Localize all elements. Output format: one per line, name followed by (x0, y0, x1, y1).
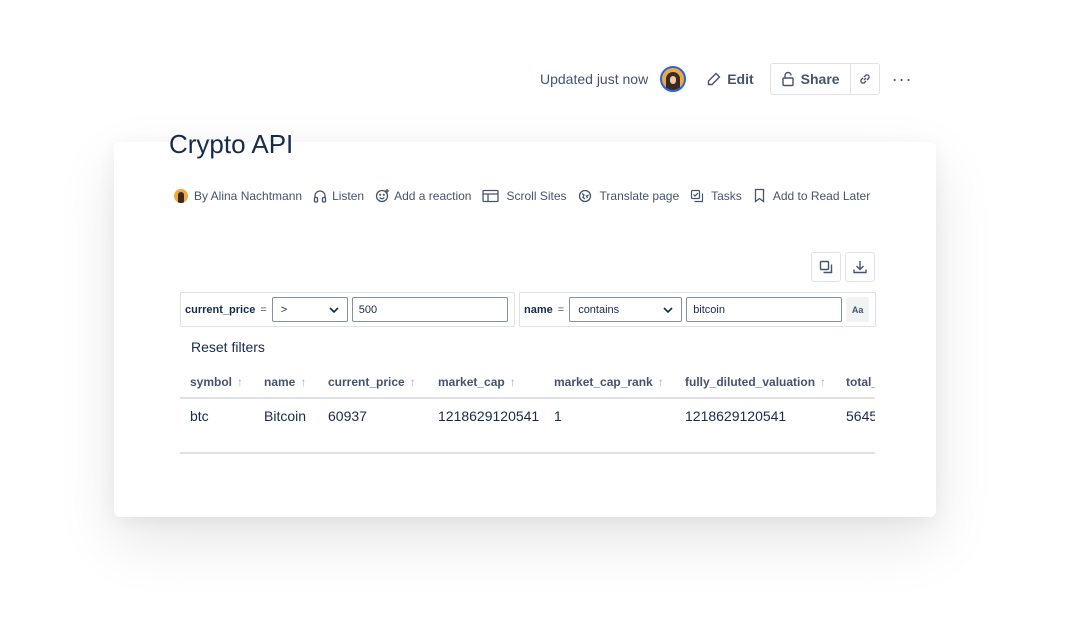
tasks-button[interactable]: Tasks (690, 189, 742, 203)
filter-current-price: current_price = > 500 (180, 292, 515, 327)
filter-name: name = contains bitcoin Aa (519, 292, 876, 327)
sort-arrow-icon: ↑ (657, 375, 664, 389)
translate-label: Translate page (599, 188, 680, 203)
name-value: bitcoin (693, 303, 725, 316)
byline-bar: By Alina Nachtmann Listen Add a reaction… (174, 188, 881, 203)
table-cell: Bitcoin (264, 408, 307, 424)
operator-select[interactable]: > (271, 297, 348, 322)
sort-arrow-icon: ↑ (300, 375, 307, 389)
page-title: Crypto API (169, 129, 294, 159)
table-cell: 5645 (846, 408, 875, 424)
operator-value: contains (578, 303, 620, 316)
price-value-input[interactable]: 500 (351, 297, 508, 322)
tasks-icon (691, 189, 704, 202)
emoji-add-icon (375, 189, 390, 203)
reaction-label: Add a reaction (394, 188, 472, 203)
tasks-label: Tasks (711, 188, 742, 203)
copy-link-button[interactable] (851, 64, 879, 94)
author-name: By Alina Nachtmann (194, 188, 303, 203)
share-button[interactable]: Share (771, 64, 851, 94)
updated-status: Updated just now (540, 71, 649, 87)
share-group: Share (769, 63, 880, 95)
byline-author[interactable]: By Alina Nachtmann (174, 188, 303, 203)
unlock-icon (781, 71, 794, 87)
column-header[interactable]: current_price ↑ (328, 375, 416, 389)
author-avatar (174, 188, 188, 203)
data-table: symbol ↑ name ↑ current_price ↑ market_cap ↑… (180, 366, 875, 454)
scroll-sites-button[interactable]: Scroll Sites (482, 188, 567, 203)
chevron-down-icon (329, 306, 339, 313)
sort-arrow-icon: ↑ (409, 375, 416, 389)
name-value-input[interactable]: bitcoin (686, 297, 843, 322)
column-header[interactable]: total_ (846, 375, 875, 389)
read-later-button[interactable]: Add to Read Later (753, 188, 870, 203)
share-label: Share (800, 71, 840, 87)
column-header[interactable]: symbol ↑ (190, 375, 243, 389)
filter-field-label: current_price (185, 303, 256, 316)
filter-field-label: name (524, 303, 553, 316)
reset-filters-button[interactable]: Reset filters (191, 339, 265, 355)
sort-arrow-icon: ↑ (509, 375, 516, 389)
copy-icon (819, 260, 833, 274)
table-row: btc Bitcoin 60937 1218629120541 1 121862… (180, 399, 875, 433)
scroll-sites-label: Scroll Sites (506, 188, 567, 203)
pencil-icon (707, 72, 721, 86)
operator-value: > (280, 303, 288, 316)
download-button[interactable] (845, 252, 875, 282)
page-toolbar: Updated just now Edit Share ··· (540, 63, 913, 95)
bookmark-icon (754, 188, 764, 203)
operator-select[interactable]: contains (569, 297, 683, 322)
more-actions-button[interactable]: ··· (892, 69, 913, 90)
edit-button[interactable]: Edit (706, 71, 754, 87)
column-header[interactable]: market_cap_rank ↑ (554, 375, 664, 389)
sort-arrow-icon: ↑ (237, 375, 244, 389)
column-header[interactable]: market_cap ↑ (438, 375, 516, 389)
read-later-label: Add to Read Later (772, 188, 871, 203)
download-icon (853, 261, 867, 274)
match-case-toggle[interactable]: Aa (846, 297, 870, 322)
table-cell: btc (190, 408, 209, 424)
chevron-down-icon (663, 306, 673, 313)
add-reaction-button[interactable]: Add a reaction (375, 188, 471, 203)
edit-label: Edit (727, 71, 754, 87)
table-cell: 1 (554, 408, 562, 424)
sort-arrow-icon: ↑ (820, 375, 827, 389)
filter-bar: current_price = > 500 name = contains bi… (180, 292, 880, 327)
table-cell: 60937 (328, 408, 367, 424)
price-value: 500 (358, 303, 378, 316)
table-cell: 1218629120541 (438, 408, 540, 424)
translate-button[interactable]: Translate page (578, 188, 680, 203)
filter-equals: = (260, 303, 267, 316)
listen-button[interactable]: Listen (313, 189, 364, 203)
listen-label: Listen (332, 188, 365, 203)
copy-table-button[interactable] (811, 252, 841, 282)
column-header[interactable]: fully_diluted_valuation ↑ (685, 375, 826, 389)
layout-icon (482, 189, 500, 202)
link-icon (859, 74, 870, 84)
headphones-icon (313, 189, 327, 203)
table-cell: 1218629120541 (685, 408, 787, 424)
table-header-row: symbol ↑ name ↑ current_price ↑ market_cap ↑… (180, 366, 875, 399)
globe-icon (578, 189, 591, 202)
user-avatar[interactable] (660, 66, 687, 92)
filter-equals: = (557, 303, 565, 316)
column-header[interactable]: name ↑ (264, 375, 306, 389)
